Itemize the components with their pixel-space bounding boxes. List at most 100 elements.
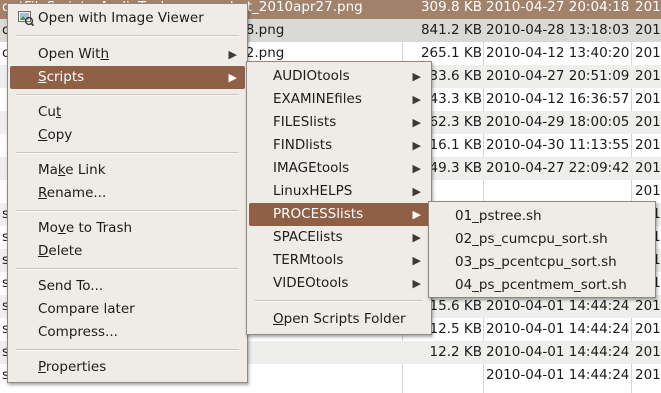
file-date-cell: 2010-04-27 22:09:42 xyxy=(486,160,630,176)
menu-item-move-to-trash[interactable]: Move to Trash xyxy=(10,217,245,240)
file-year-cell: 2010 xyxy=(635,183,661,199)
menu-label: Cut xyxy=(38,104,62,120)
file-year-cell: 2010 xyxy=(635,367,661,383)
menu-label: Open with Image Viewer xyxy=(38,10,204,26)
file-size-cell: 309.8 KB xyxy=(420,0,482,15)
menu-label: Compress... xyxy=(38,324,118,340)
file-year-cell: 2010 xyxy=(635,22,661,38)
menu-item-script-1[interactable]: 01_pstree.sh xyxy=(431,205,653,228)
file-date-cell: 2010-04-27 20:51:09 xyxy=(486,68,630,84)
file-year-cell: 2010 xyxy=(635,321,661,337)
submenu-arrow-icon: ▶ xyxy=(412,116,421,129)
menu-separator xyxy=(16,210,239,212)
menu-label: VIDEOtools xyxy=(273,275,349,291)
menu-item-script-3[interactable]: 03_ps_pcentcpu_sort.sh xyxy=(431,251,653,274)
menu-item-fileslists[interactable]: FILESlists ▶ xyxy=(249,111,429,134)
menu-item-properties[interactable]: Properties xyxy=(10,356,245,379)
menu-item-scripts[interactable]: Scripts ▶ xyxy=(10,66,245,89)
menu-label: 02_ps_cumcpu_sort.sh xyxy=(455,231,608,247)
submenu-arrow-icon: ▶ xyxy=(412,70,421,83)
file-year-cell: 2010 xyxy=(635,114,661,130)
menu-item-script-4[interactable]: 04_ps_pcentmem_sort.sh xyxy=(431,274,653,297)
menu-item-copy[interactable]: Copy xyxy=(10,124,245,147)
menu-item-delete[interactable]: Delete xyxy=(10,240,245,263)
menu-item-imagetools[interactable]: IMAGEtools ▶ xyxy=(249,157,429,180)
menu-label: Delete xyxy=(38,243,83,259)
menu-label: Scripts xyxy=(38,69,85,85)
file-date-cell: 2010-04-01 14:44:24 xyxy=(486,344,630,360)
menu-separator xyxy=(16,268,239,270)
menu-label: AUDIOtools xyxy=(273,68,350,84)
submenu-arrow-icon: ▶ xyxy=(412,185,421,198)
file-year-cell: 2010 xyxy=(635,137,661,153)
submenu-arrow-icon: ▶ xyxy=(412,254,421,267)
menu-item-open-with-image-viewer[interactable]: Open with Image Viewer xyxy=(10,7,245,30)
submenu-arrow-icon: ▶ xyxy=(412,208,421,221)
menu-item-processlists[interactable]: PROCESSlists ▶ xyxy=(249,203,429,226)
menu-item-script-2[interactable]: 02_ps_cumcpu_sort.sh xyxy=(431,228,653,251)
file-date-cell: 2010-04-01 14:44:24 xyxy=(486,321,630,337)
file-year-cell: 2010 xyxy=(635,91,661,107)
file-date-cell: 2010-04-28 13:18:03 xyxy=(486,22,630,38)
file-date-cell: 2010-04-29 18:00:05 xyxy=(486,114,630,130)
file-size-cell: 12.2 KB xyxy=(429,344,482,360)
menu-item-termtools[interactable]: TERMtools ▶ xyxy=(249,249,429,272)
menu-label: Make Link xyxy=(38,162,106,178)
image-viewer-icon xyxy=(18,11,35,27)
menu-item-open-with[interactable]: Open With ▶ xyxy=(10,43,245,66)
file-year-cell: 2010 xyxy=(635,160,661,176)
menu-label: IMAGEtools xyxy=(273,160,350,176)
submenu-arrow-icon: ▶ xyxy=(412,93,421,106)
file-year-cell: 2010 xyxy=(635,68,661,84)
menu-separator xyxy=(255,300,423,302)
menu-item-open-scripts-folder[interactable]: Open Scripts Folder xyxy=(249,308,429,331)
menu-label: Copy xyxy=(38,127,73,143)
submenu-arrow-icon: ▶ xyxy=(412,139,421,152)
menu-label: LinuxHELPS xyxy=(273,183,353,199)
menu-item-linuxhelps[interactable]: LinuxHELPS ▶ xyxy=(249,180,429,203)
menu-label: 04_ps_pcentmem_sort.sh xyxy=(455,277,627,293)
menu-label: EXAMINEfiles xyxy=(273,91,362,107)
scripts-submenu: Open Scripts Folder AUDIOtools ▶ EXAMINEfi… xyxy=(246,61,432,335)
file-year-cell: 2010 xyxy=(635,344,661,360)
submenu-arrow-icon: ▶ xyxy=(228,48,237,61)
file-size-cell: 841.2 KB xyxy=(420,22,482,38)
file-date-cell: 2010-04-01 14:44:24 xyxy=(486,298,630,314)
menu-item-rename[interactable]: Rename... xyxy=(10,182,245,205)
processlists-submenu: 01_pstree.sh 02_ps_cumcpu_sort.sh 03_ps_pc… xyxy=(428,201,656,298)
menu-item-examinefiles[interactable]: EXAMINEfiles ▶ xyxy=(249,88,429,111)
file-size-cell xyxy=(404,364,484,387)
menu-item-send-to[interactable]: Send To... xyxy=(10,275,245,298)
menu-item-videotools[interactable]: VIDEOtools ▶ xyxy=(249,272,429,295)
menu-label: PROCESSlists xyxy=(273,206,364,222)
menu-separator xyxy=(16,35,239,37)
menu-label: Send To... xyxy=(38,278,104,294)
file-year-cell: 2010 xyxy=(635,0,661,15)
menu-separator xyxy=(16,94,239,96)
menu-label: TERMtools xyxy=(273,252,344,268)
menu-item-findlists[interactable]: FINDlists ▶ xyxy=(249,134,429,157)
submenu-arrow-icon: ▶ xyxy=(228,71,237,84)
submenu-arrow-icon: ▶ xyxy=(412,277,421,290)
file-date-cell: 2010-04-27 20:04:18 xyxy=(486,0,630,15)
file-year-cell: 2010 xyxy=(635,45,661,61)
menu-separator xyxy=(16,349,239,351)
menu-label: Open Scripts Folder xyxy=(273,311,406,327)
menu-label: Move to Trash xyxy=(38,220,133,236)
file-date-cell: 2010-04-30 11:13:55 xyxy=(486,137,630,153)
menu-item-make-link[interactable]: Make Link xyxy=(10,159,245,182)
menu-label: FILESlists xyxy=(273,114,337,130)
menu-item-compress[interactable]: Compress... xyxy=(10,321,245,344)
menu-label: 01_pstree.sh xyxy=(455,208,542,224)
menu-label: 03_ps_pcentcpu_sort.sh xyxy=(455,254,617,270)
menu-item-spacelists[interactable]: SPACElists ▶ xyxy=(249,226,429,249)
menu-item-audiotools[interactable]: AUDIOtools ▶ xyxy=(249,65,429,88)
menu-item-compare-later[interactable]: Compare later xyxy=(10,298,245,321)
menu-item-cut[interactable]: Cut xyxy=(10,101,245,124)
file-date-cell: 2010-04-01 14:44:24 xyxy=(486,367,630,383)
file-date-cell xyxy=(486,180,630,203)
menu-label: SPACElists xyxy=(273,229,343,245)
context-menu: Open with Image Viewer Open With ▶ Scrip… xyxy=(7,3,248,383)
submenu-arrow-icon: ▶ xyxy=(412,162,421,175)
menu-separator xyxy=(16,152,239,154)
